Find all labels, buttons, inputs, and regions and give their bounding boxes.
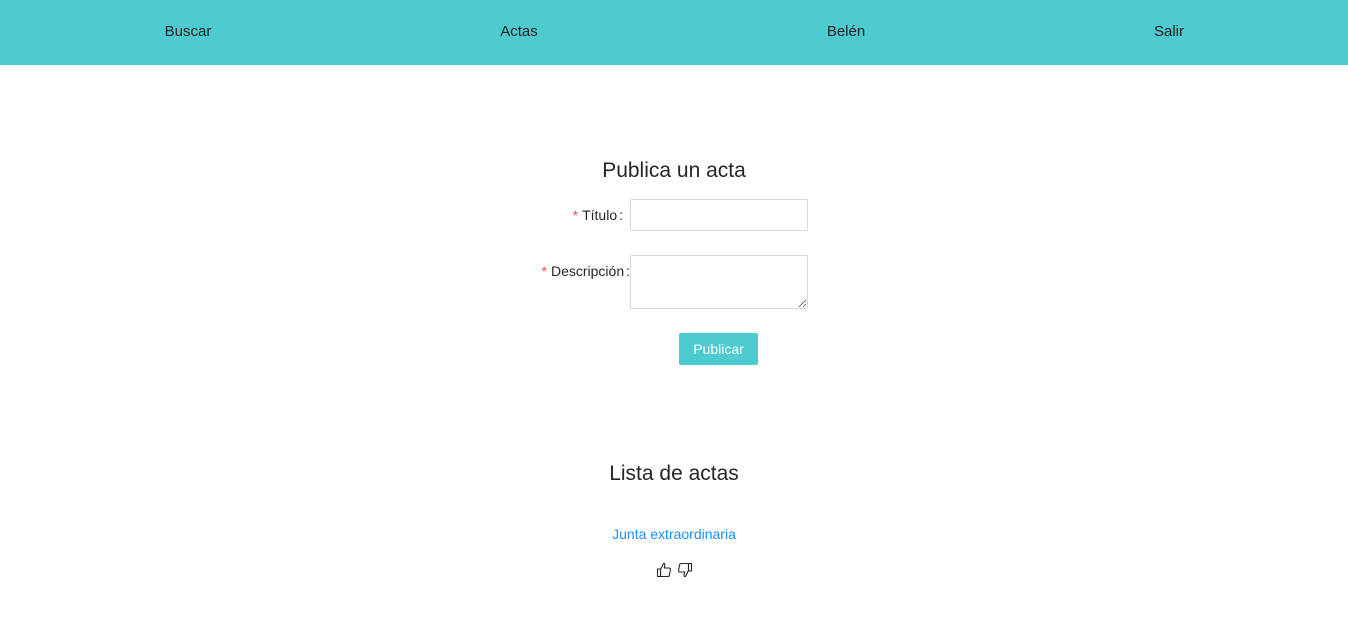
nav-item-buscar[interactable]: Buscar [165, 0, 212, 64]
descripcion-textarea[interactable] [630, 255, 808, 309]
titulo-label-text: Título [582, 207, 618, 223]
acta-link-junta-extraordinaria[interactable]: Junta extraordinaria [0, 526, 1348, 542]
required-mark: * [572, 207, 579, 223]
titulo-label: * Título: [573, 207, 623, 223]
publicar-button[interactable]: Publicar [679, 333, 758, 365]
thumbs-down-icon[interactable] [677, 562, 693, 578]
thumbs-up-icon[interactable] [656, 562, 672, 578]
required-mark: * [541, 263, 547, 279]
descripcion-label-text: Descripción [550, 263, 625, 279]
descripcion-label: * Descripción: [542, 263, 630, 279]
titulo-input[interactable] [630, 199, 808, 231]
nav-item-salir[interactable]: Salir [1154, 0, 1184, 64]
top-navigation-bar: Buscar Actas Belén Salir [0, 0, 1348, 65]
label-colon: : [619, 207, 623, 223]
publish-form-title: Publica un acta [602, 159, 746, 182]
nav-item-user-belen[interactable]: Belén [827, 0, 865, 64]
nav-item-actas[interactable]: Actas [500, 0, 538, 64]
actas-list-title: Lista de actas [609, 462, 739, 485]
